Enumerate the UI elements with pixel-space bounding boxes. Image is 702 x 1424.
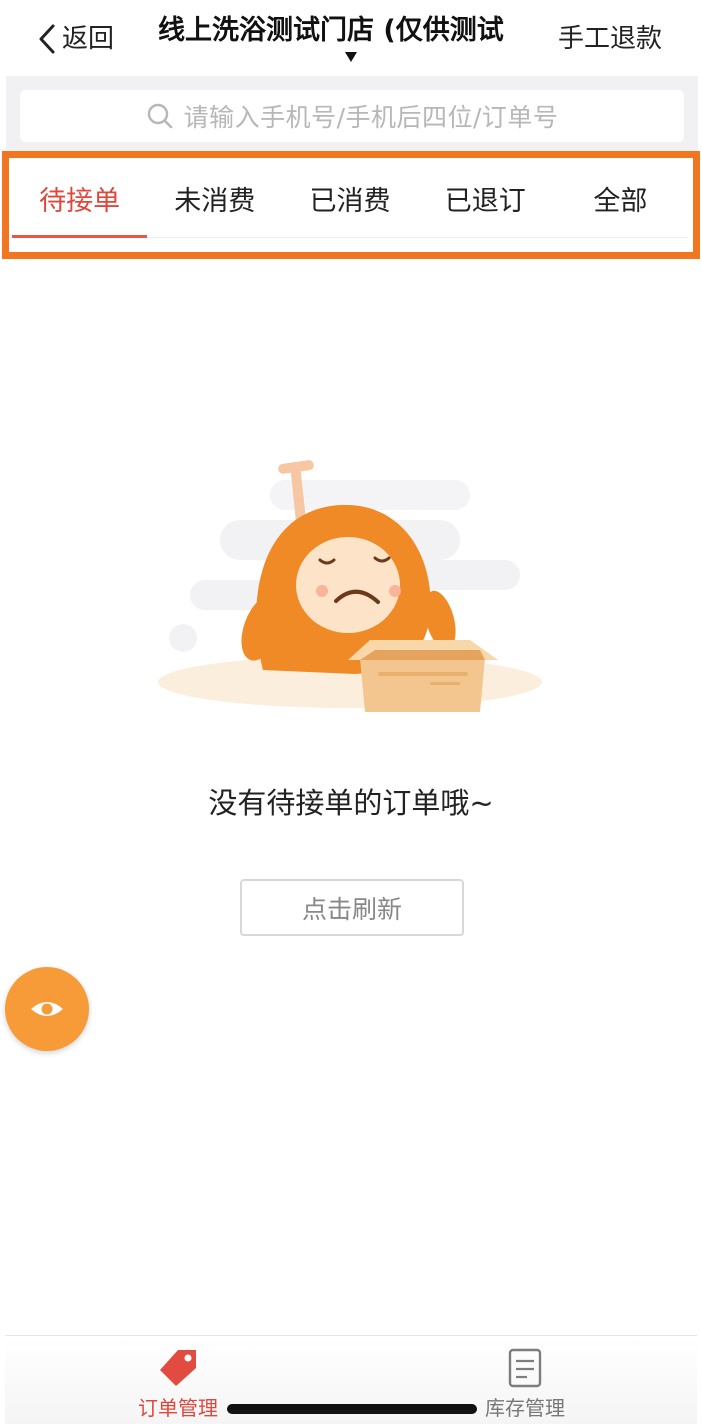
floating-eye-button[interactable]	[5, 967, 89, 1051]
back-button[interactable]: 返回	[36, 22, 114, 56]
search-input[interactable]: 请输入手机号/手机后四位/订单号	[20, 90, 684, 142]
search-icon	[147, 103, 172, 129]
empty-message: 没有待接单的订单哦~	[208, 786, 494, 820]
tag-icon	[160, 1350, 196, 1386]
eye-icon	[31, 1002, 63, 1016]
empty-state-illustration	[158, 460, 542, 712]
home-indicator	[227, 1404, 477, 1414]
search-bar: 请输入手机号/手机后四位/订单号	[6, 76, 698, 154]
page-title: 线上洗浴测试门店 (仅供测试	[158, 15, 504, 46]
search-placeholder: 请输入手机号/手机后四位/订单号	[183, 103, 559, 132]
caret-down-icon	[345, 52, 357, 62]
store-selector[interactable]: 线上洗浴测试门店 (仅供测试	[158, 12, 532, 68]
chevron-left-icon	[39, 24, 55, 54]
nav-header: 返回 线上洗浴测试门店 (仅供测试 手工退款	[0, 0, 702, 76]
back-label: 返回	[62, 24, 115, 54]
highlight-box	[2, 151, 700, 259]
page: 返回 线上洗浴测试门店 (仅供测试 手工退款 请输入手机号/手机后四位/订单号 …	[0, 0, 702, 1424]
clipboard-icon	[508, 1348, 542, 1388]
manual-refund-button[interactable]: 手工退款	[558, 22, 662, 56]
refresh-button[interactable]: 点击刷新	[240, 879, 464, 936]
